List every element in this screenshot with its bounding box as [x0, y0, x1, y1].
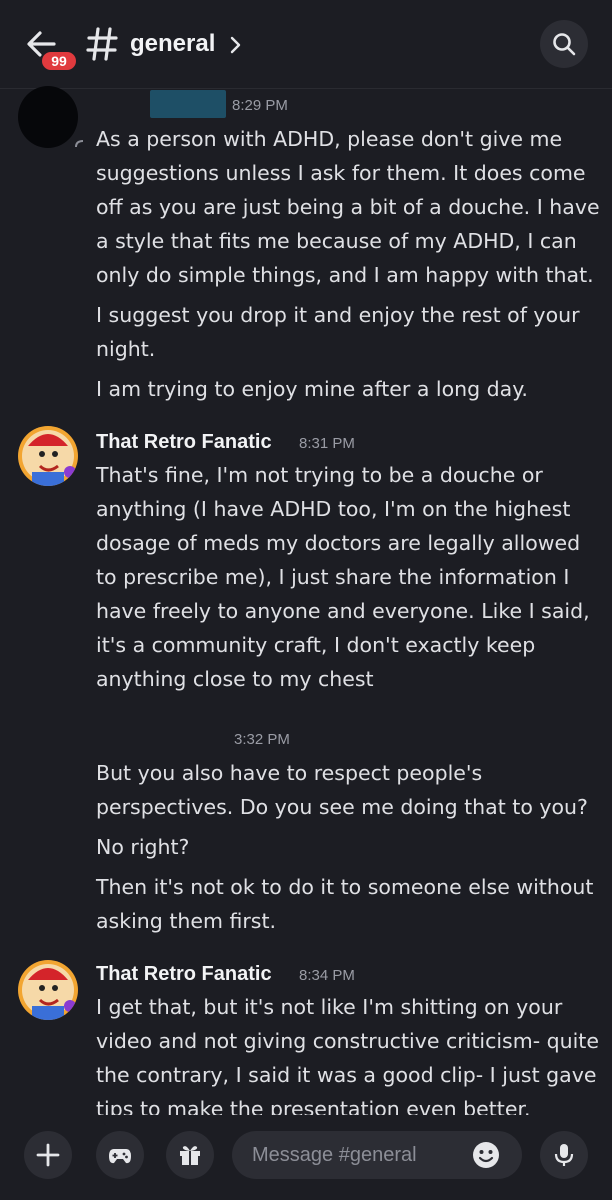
redacted-username: [150, 90, 226, 118]
message-paragraph: I suggest you drop it and enjoy the rest…: [96, 303, 580, 361]
avatar-image: [18, 960, 78, 1020]
message-body: I get that, but it's not like I'm shitti…: [96, 990, 601, 1132]
message-paragraph: That's fine, I'm not trying to be a douc…: [96, 463, 590, 691]
emoji-icon[interactable]: [472, 1141, 500, 1169]
message-paragraph: But you also have to respect people's pe…: [96, 761, 588, 819]
gift-button[interactable]: [166, 1131, 214, 1179]
user-avatar[interactable]: [18, 426, 78, 486]
chevron-right-icon[interactable]: [228, 36, 242, 54]
user-avatar[interactable]: [18, 960, 78, 1020]
activities-button[interactable]: [96, 1131, 144, 1179]
plus-icon: [36, 1143, 60, 1167]
redacted-avatar: [18, 86, 78, 148]
message-timestamp: 8:34 PM: [299, 967, 355, 984]
message-composer: [0, 1115, 612, 1200]
avatar-image: [18, 426, 78, 486]
message-paragraph: As a person with ADHD, please don't give…: [96, 127, 600, 287]
message-input[interactable]: [252, 1141, 452, 1169]
message-paragraph: I am trying to enjoy mine after a long d…: [96, 377, 528, 401]
message-timestamp: 8:29 PM: [232, 97, 288, 114]
message-body: But you also have to respect people's pe…: [96, 756, 601, 944]
message-paragraph: Then it's not ok to do it to someone els…: [96, 875, 594, 933]
unread-badge: 99: [40, 50, 78, 72]
channel-title[interactable]: general: [130, 30, 215, 58]
gift-icon: [180, 1146, 200, 1165]
channel-header: 99 general: [0, 0, 612, 89]
message-paragraph: I get that, but it's not like I'm shitti…: [96, 995, 599, 1121]
message-timestamp: 8:31 PM: [299, 435, 355, 452]
message-author[interactable]: That Retro Fanatic: [96, 431, 272, 454]
message-timestamp: 3:32 PM: [234, 731, 290, 748]
gamepad-icon: [109, 1149, 131, 1164]
message-body: That's fine, I'm not trying to be a douc…: [96, 458, 601, 702]
message-paragraph: No right?: [96, 835, 190, 859]
microphone-icon: [554, 1144, 574, 1166]
search-icon: [553, 33, 576, 56]
voice-message-button[interactable]: [540, 1131, 588, 1179]
reply-tail-icon: [75, 140, 84, 148]
message-body: As a person with ADHD, please don't give…: [96, 122, 601, 412]
search-button[interactable]: [540, 20, 588, 68]
message-input-container[interactable]: [232, 1131, 522, 1179]
hash-icon: [86, 27, 118, 61]
message-author[interactable]: That Retro Fanatic: [96, 963, 272, 986]
add-attachment-button[interactable]: [24, 1131, 72, 1179]
